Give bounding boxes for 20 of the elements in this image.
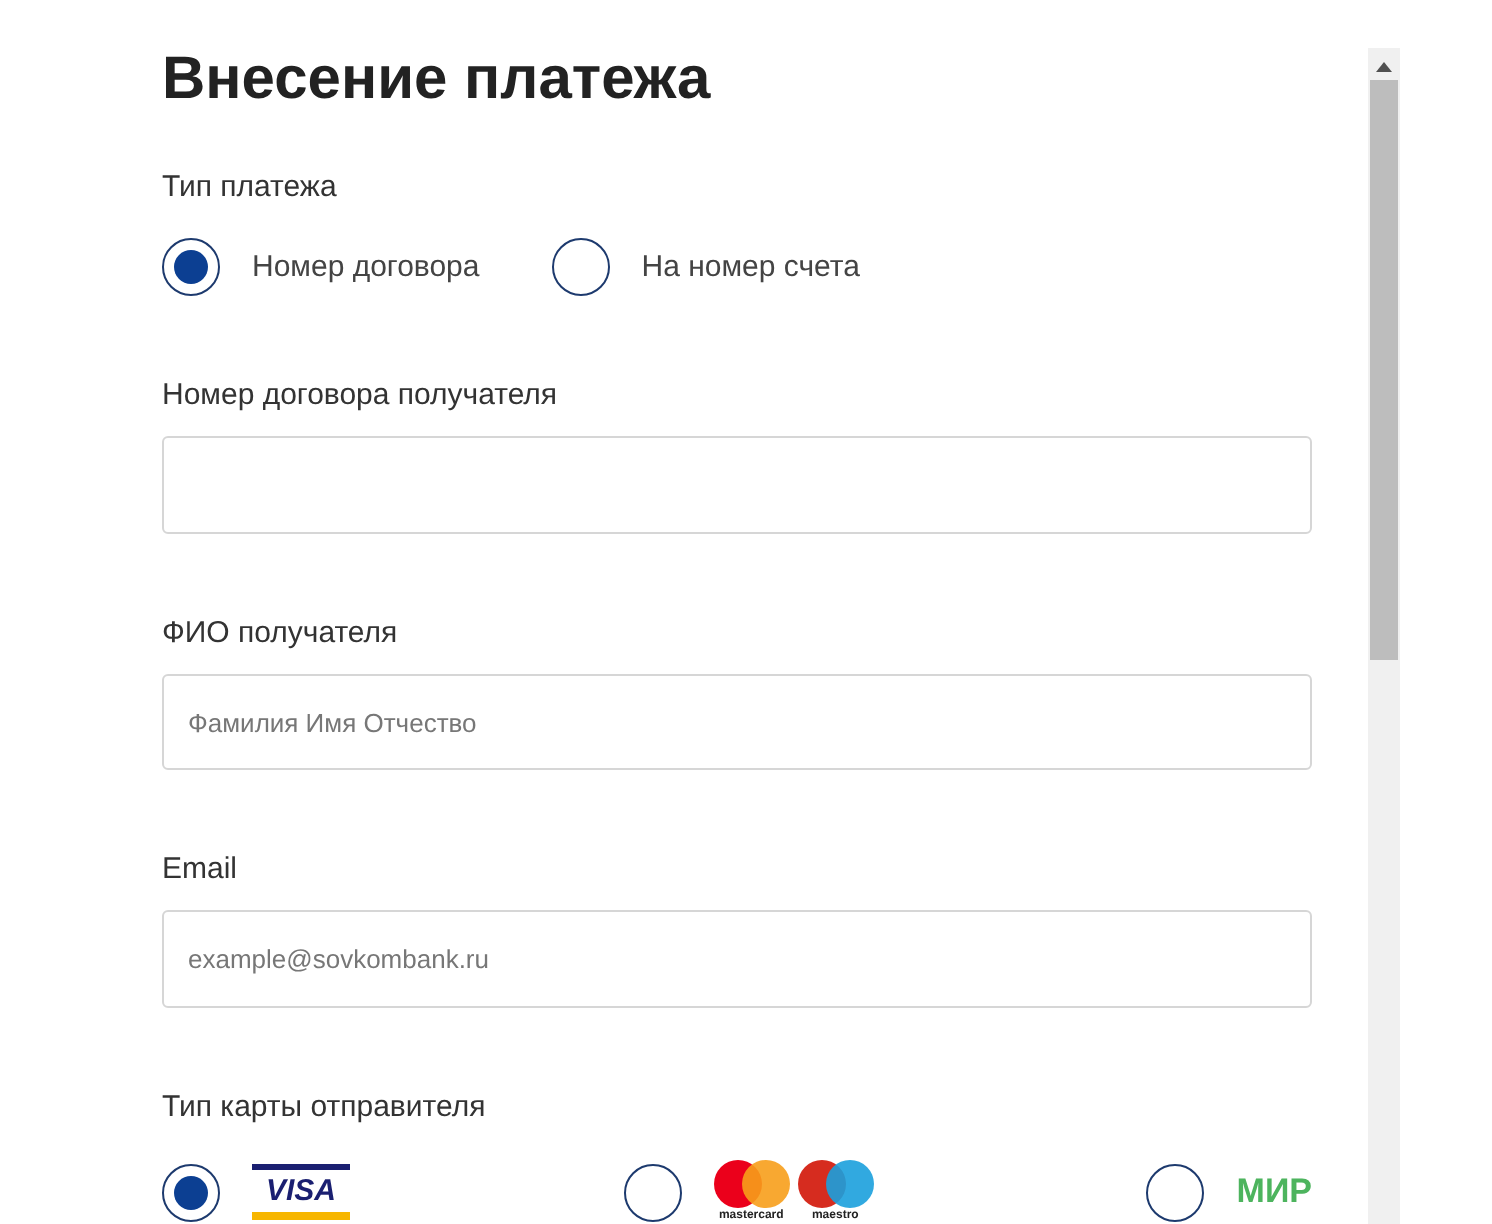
mir-logo: МИР xyxy=(1236,1172,1312,1213)
field-label: Тип платежа xyxy=(162,170,339,206)
radio-button[interactable] xyxy=(551,238,610,296)
radio-label[interactable]: Номер договора xyxy=(252,250,480,284)
scrollbar-thumb[interactable] xyxy=(1370,80,1398,660)
radio-button[interactable] xyxy=(1146,1163,1205,1222)
radio-button[interactable] xyxy=(623,1163,682,1222)
radio-label[interactable]: На номер счета xyxy=(641,250,860,284)
field-label: ФИО получателя xyxy=(162,615,400,652)
field-label: Тип карты отправителя xyxy=(162,1090,488,1127)
visa-logo: VISA xyxy=(252,1164,350,1221)
input-field[interactable] xyxy=(162,436,1312,534)
radio-button[interactable] xyxy=(162,238,220,296)
page-title: Внесение платежа xyxy=(162,44,713,116)
field-label: Номер договора получателя xyxy=(162,378,560,414)
radio-button[interactable] xyxy=(162,1163,220,1222)
input-field[interactable]: Фамилия Имя Отчество xyxy=(162,673,1312,771)
scrollbar[interactable] xyxy=(1368,48,1400,1224)
input-field[interactable]: example@sovkombank.ru xyxy=(162,910,1312,1009)
field-label: Email xyxy=(162,852,240,889)
